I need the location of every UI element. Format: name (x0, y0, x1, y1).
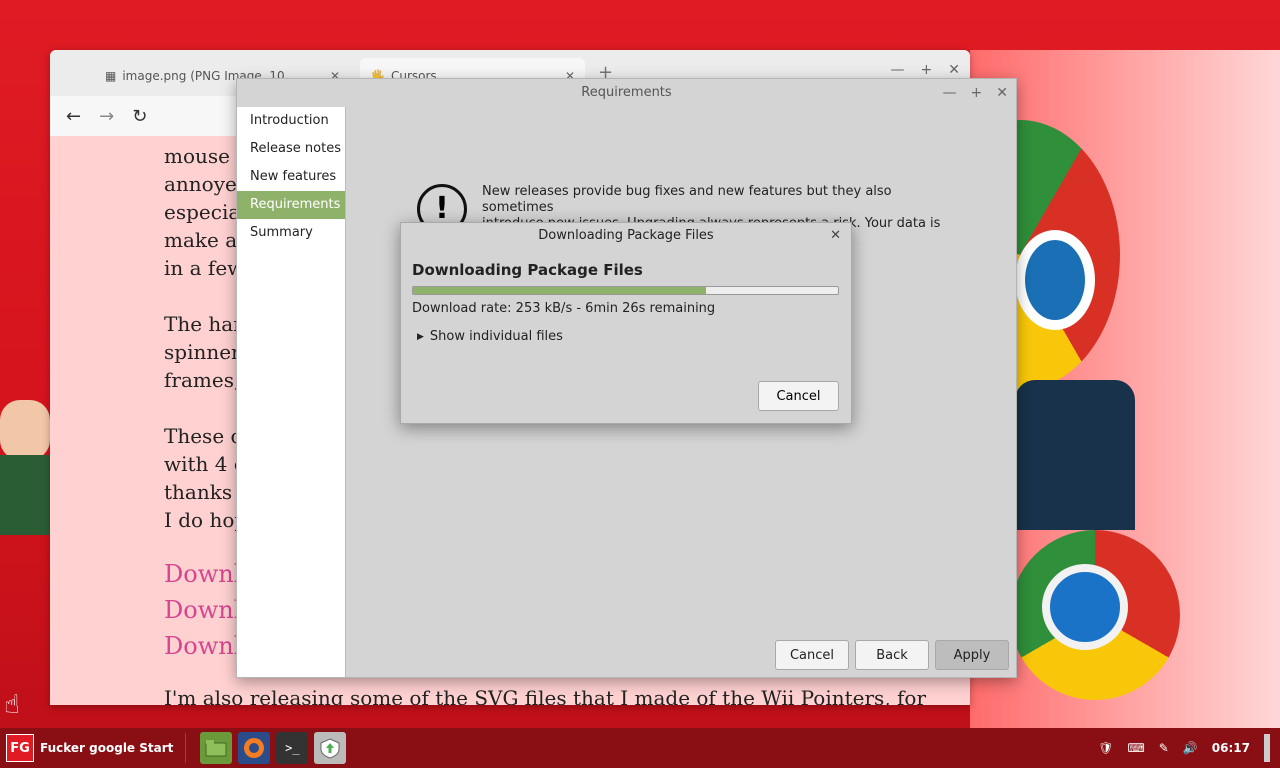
page-text: in a few (164, 256, 245, 280)
sidebar-item-requirements[interactable]: Requirements (237, 191, 345, 219)
page-text: frames, (164, 368, 241, 392)
system-tray: 🛡 ⌨ ✎ 🔊 06:17 (1098, 728, 1270, 768)
download-rate-text: Download rate: 253 kB/s - 6min 26s remai… (412, 301, 716, 316)
close-icon[interactable]: ✕ (948, 62, 960, 78)
firefox-icon[interactable] (238, 732, 271, 764)
back-button[interactable]: Back (855, 640, 929, 670)
sidebar-item-summary[interactable]: Summary (237, 219, 345, 247)
keyboard-icon[interactable]: ⌨ (1127, 741, 1144, 755)
apply-button[interactable]: Apply (935, 640, 1009, 670)
back-icon[interactable]: ← (66, 106, 81, 127)
sidebar-item-new-features[interactable]: New features (237, 163, 345, 191)
progress-fill (413, 287, 707, 294)
shield-icon[interactable]: 🛡 (1098, 741, 1113, 755)
progress-bar (412, 286, 839, 295)
network-icon[interactable]: ✎ (1159, 741, 1169, 755)
sidebar-item-release-notes[interactable]: Release notes (237, 135, 345, 163)
start-button[interactable]: FG Fucker google Start (0, 728, 173, 768)
download-dialog: Downloading Package Files ✕ Downloading … (400, 222, 852, 424)
chrome-logo-art-2 (1010, 530, 1180, 700)
volume-icon[interactable]: 🔊 (1183, 741, 1198, 755)
dialog-title: Downloading Package Files (538, 228, 714, 243)
cancel-button[interactable]: Cancel (758, 381, 839, 411)
start-logo: FG (6, 734, 34, 762)
terminal-icon[interactable]: >_ (276, 732, 309, 764)
reload-icon[interactable]: ↻ (132, 106, 147, 127)
info-line: New releases provide bug fixes and new f… (482, 184, 892, 215)
sidebar-item-introduction[interactable]: Introduction (237, 107, 345, 135)
expander-arrow-icon: ▶ (417, 331, 424, 342)
minimize-icon[interactable]: — (891, 62, 905, 78)
folder-icon[interactable] (200, 732, 233, 764)
clock[interactable]: 06:17 (1212, 741, 1250, 755)
close-icon[interactable]: ✕ (830, 223, 841, 249)
wallpaper-hand (0, 400, 50, 460)
power-icon[interactable] (1264, 734, 1270, 762)
window-title: Requirements (581, 85, 672, 100)
page-text: I'm also releasing some of the SVG files… (164, 686, 927, 705)
wallpaper-sleeve (0, 455, 50, 535)
dialog-heading: Downloading Package Files (412, 261, 643, 279)
forward-icon[interactable]: → (99, 106, 114, 127)
window-titlebar: Requirements — + ✕ (237, 79, 1016, 107)
dialog-titlebar: Downloading Package Files ✕ (401, 223, 851, 249)
maximize-icon[interactable]: + (921, 62, 933, 78)
sidebar: Introduction Release notes New features … (237, 107, 346, 677)
close-icon[interactable]: ✕ (996, 79, 1008, 107)
minimize-icon[interactable]: — (943, 79, 957, 107)
taskbar-separator (185, 733, 187, 763)
start-label: Fucker google Start (40, 741, 174, 755)
cancel-button[interactable]: Cancel (775, 640, 849, 670)
window-controls: — + ✕ (943, 79, 1008, 107)
image-icon: ▦ (105, 69, 117, 83)
maximize-icon[interactable]: + (971, 79, 983, 107)
wallpaper-figure (1015, 380, 1135, 530)
window-controls: — + ✕ (891, 62, 960, 78)
expander-label: Show individual files (429, 329, 563, 344)
show-files-expander[interactable]: ▶ Show individual files (417, 329, 563, 344)
mouse-cursor-icon: ☝ (4, 690, 20, 720)
update-manager-icon[interactable] (314, 732, 347, 764)
taskbar: FG Fucker google Start >_ 🛡 ⌨ ✎ 🔊 06:17 (0, 728, 1280, 768)
